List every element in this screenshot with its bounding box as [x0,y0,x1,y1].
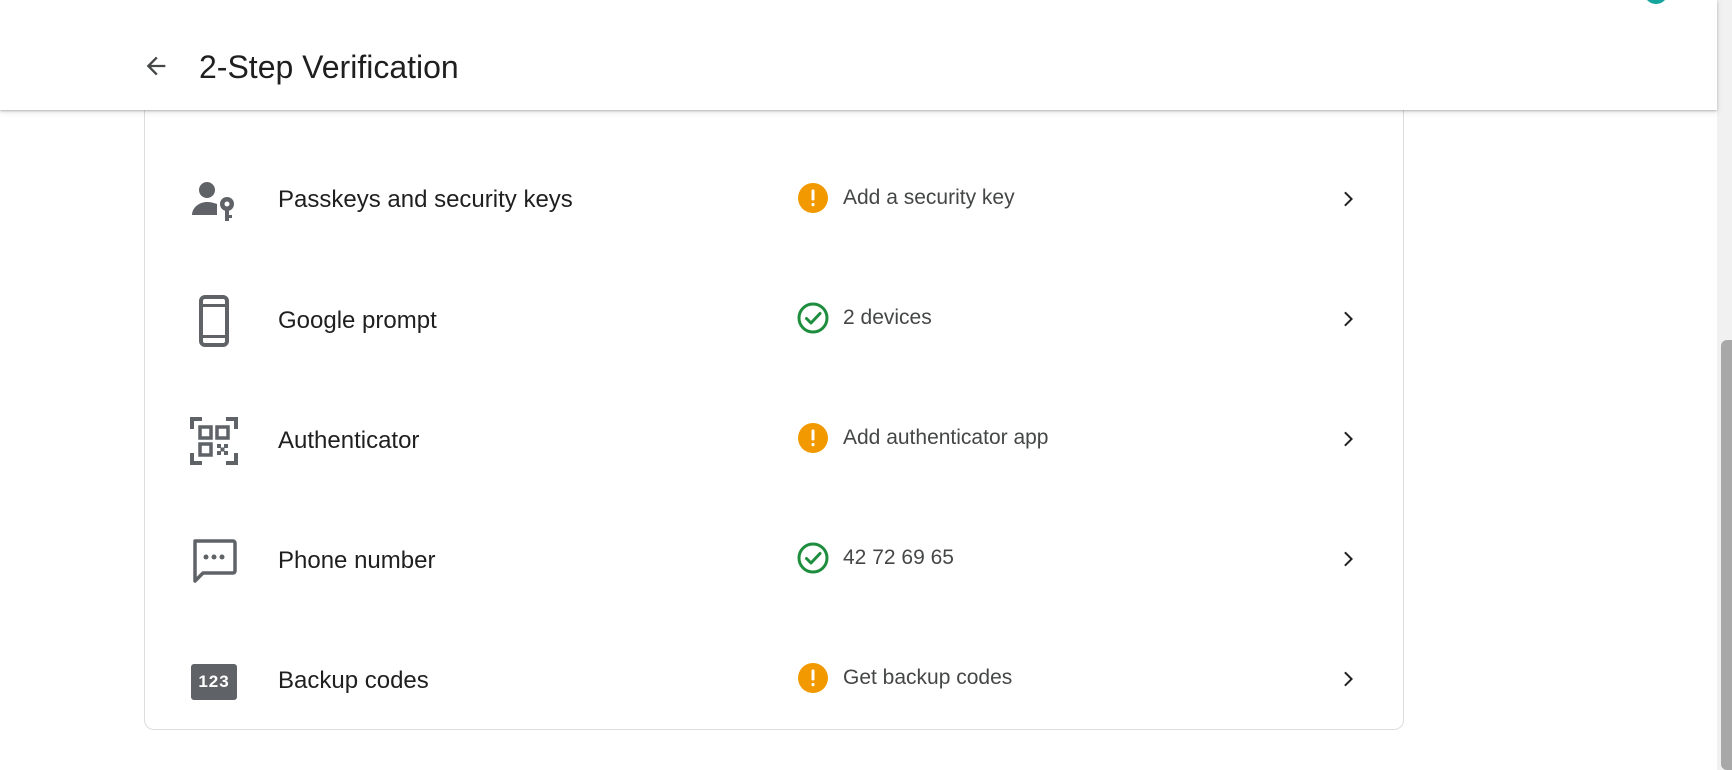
scrollbar-thumb[interactable] [1721,340,1732,770]
top-app-bar: 2-Step Verification [0,0,1717,110]
avatar[interactable] [1644,0,1668,4]
method-row-google-prompt[interactable]: Google prompt 2 devices [145,261,1403,381]
warning-icon [797,422,829,454]
sms-icon [189,536,239,586]
method-label: Passkeys and security keys [278,186,573,213]
check-circle-icon [797,302,829,334]
page-title: 2-Step Verification [199,49,459,85]
status-text: Get backup codes [843,666,1013,689]
chevron-right-icon [1335,545,1363,573]
chevron-right-icon [1335,185,1363,213]
phone-icon [189,295,239,347]
chevron-right-icon [1335,425,1363,453]
warning-icon [797,662,829,694]
qr-code-icon [189,416,239,466]
arrow-back-icon [146,56,166,76]
status-text: 42 72 69 65 [843,546,954,569]
method-row-backup-codes[interactable]: 123 Backup codes Get backup codes [145,621,1403,729]
warning-icon [797,182,829,214]
method-label: Phone number [278,547,436,574]
person-key-icon [189,176,239,226]
chevron-right-icon [1335,305,1363,333]
back-button[interactable] [134,44,178,88]
verification-methods-card: Passkeys and security keys Add a securit… [144,70,1404,730]
chevron-right-icon [1335,665,1363,693]
status-text: Add a security key [843,186,1015,209]
status-text: 2 devices [843,306,932,329]
backup-codes-icon-text: 123 [191,664,237,700]
method-label: Authenticator [278,427,420,454]
check-circle-icon [797,542,829,574]
method-label: Backup codes [278,667,429,694]
method-row-authenticator[interactable]: Authenticator Add authenticator app [145,381,1403,501]
backup-codes-icon: 123 [189,657,239,707]
status-text: Add authenticator app [843,426,1049,449]
method-row-phone-number[interactable]: Phone number 42 72 69 65 [145,501,1403,621]
method-label: Google prompt [278,307,437,334]
method-row-passkeys[interactable]: Passkeys and security keys Add a securit… [145,141,1403,261]
